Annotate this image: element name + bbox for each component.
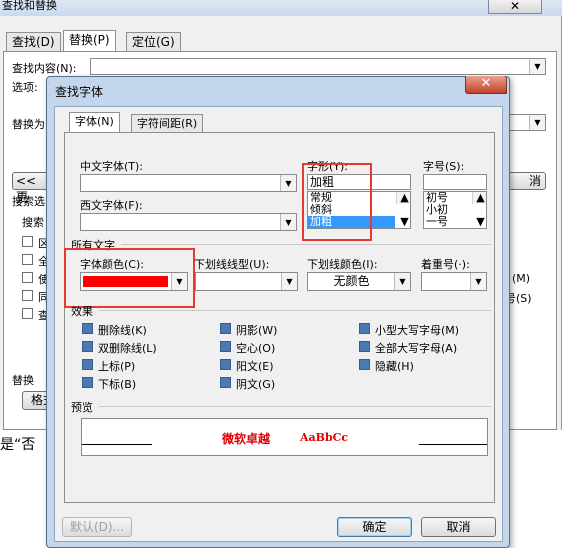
checkbox-5[interactable]	[22, 308, 33, 319]
default-button[interactable]: 默认(D)...	[62, 517, 132, 537]
highlight-box-style	[302, 163, 372, 241]
document-text: 是“否	[0, 437, 36, 453]
double-strikethrough-label: 双删除线(L)	[98, 342, 157, 355]
chevron-down-icon[interactable]: ▼	[280, 214, 296, 230]
underline-type-label: 下划线线型(U):	[194, 258, 270, 271]
size-scrollbar[interactable]: ▲ ▼	[472, 192, 486, 228]
find-replace-close-button[interactable]: ✕	[488, 0, 542, 14]
ok-button[interactable]: 确定	[337, 517, 412, 537]
tab-font[interactable]: 字体(N)	[69, 112, 120, 133]
checkbox-subscript[interactable]	[82, 377, 93, 388]
preview-box: 微软卓越 AaBbCc	[81, 418, 488, 456]
size-listbox[interactable]: 初号 小初 一号 ▲ ▼	[423, 191, 487, 229]
tab-char-spacing[interactable]: 字符间距(R)	[131, 114, 204, 133]
checkbox-strikethrough[interactable]	[82, 323, 93, 334]
strikethrough-label: 删除线(K)	[98, 324, 147, 337]
underline-type-combo[interactable]: ▼	[195, 272, 298, 291]
replace-section-label: 替换	[12, 374, 34, 387]
checkbox-hidden[interactable]	[359, 359, 370, 370]
chevron-down-icon[interactable]: ▼	[280, 175, 296, 191]
checkbox-emboss[interactable]	[220, 359, 231, 370]
effects-divider	[99, 310, 491, 311]
find-what-label: 查找内容(N):	[12, 62, 77, 75]
checkbox-4[interactable]	[22, 290, 33, 301]
close-button[interactable]: ✕	[465, 76, 507, 94]
chevron-down-icon[interactable]: ▼	[529, 115, 545, 130]
preview-label: 预览	[71, 401, 93, 414]
preview-divider	[99, 406, 491, 407]
small-caps-label: 小型大写字母(M)	[375, 324, 460, 337]
underline-color-combo[interactable]: 无颜色 ▼	[307, 272, 411, 291]
emphasis-label: 着重号(·):	[421, 258, 470, 271]
shadow-label: 阴影(W)	[236, 324, 278, 337]
chevron-down-icon[interactable]: ▼	[394, 273, 410, 290]
checkbox-3[interactable]	[22, 272, 33, 283]
size-label: 字号(S):	[423, 160, 465, 173]
outline-label: 空心(O)	[236, 342, 276, 355]
chinese-font-combo[interactable]: ▼	[80, 174, 297, 192]
checkbox-2[interactable]	[22, 254, 33, 265]
superscript-label: 上标(P)	[98, 360, 136, 373]
replace-with-label: 替换为	[12, 118, 45, 131]
chevron-down-icon[interactable]: ▼	[470, 273, 486, 290]
engrave-label: 阴文(G)	[236, 378, 276, 391]
checkbox-superscript[interactable]	[82, 359, 93, 370]
tab-replace[interactable]: 替换(P)	[63, 30, 116, 52]
preview-text-cn: 微软卓越	[222, 432, 271, 446]
search-options-label: 搜索选	[12, 195, 45, 208]
find-replace-title: 查找和替换	[0, 0, 562, 16]
options-label: 选项:	[12, 81, 38, 94]
checkbox-all-caps[interactable]	[359, 341, 370, 352]
checkbox-shadow[interactable]	[220, 323, 231, 334]
tab-goto[interactable]: 定位(G)	[126, 32, 181, 52]
cancel-button[interactable]: 取消	[421, 517, 496, 537]
effects-label: 效果	[71, 305, 93, 318]
hidden-label: 隐藏(H)	[375, 360, 414, 373]
emphasis-combo[interactable]: ▼	[421, 272, 487, 291]
all-caps-label: 全部大写字母(A)	[375, 342, 458, 355]
dialog-body: 字体(N) 字符间距(R) 中文字体(T): ▼ 西文字体(F): ▼ 字形(Y…	[54, 106, 503, 542]
preview-text-en: AaBbCc	[300, 431, 349, 444]
checkbox-engrave[interactable]	[220, 377, 231, 388]
search-label: 搜索	[22, 216, 44, 229]
cancel-button-back[interactable]: 消	[504, 172, 546, 190]
subscript-label: 下标(B)	[98, 378, 137, 391]
tab-find[interactable]: 查找(D)	[6, 32, 61, 52]
find-what-input[interactable]: ▼	[90, 58, 546, 75]
all-text-divider	[121, 244, 491, 245]
underline-color-label: 下划线颜色(I):	[307, 258, 378, 271]
find-font-title: 查找字体	[55, 85, 104, 99]
size-input[interactable]	[423, 174, 487, 190]
emboss-label: 阳文(E)	[236, 360, 274, 373]
underline-color-value: 无颜色	[333, 274, 370, 288]
western-font-combo[interactable]: ▼	[80, 213, 297, 231]
chinese-font-label: 中文字体(T):	[80, 160, 144, 173]
western-font-label: 西文字体(F):	[80, 199, 143, 212]
style-scrollbar[interactable]: ▲ ▼	[396, 192, 410, 228]
checkbox-outline[interactable]	[220, 341, 231, 352]
preview-baseline-right	[419, 444, 487, 445]
checkbox-double-strikethrough[interactable]	[82, 341, 93, 352]
chevron-down-icon[interactable]: ▼	[281, 273, 297, 290]
chevron-down-icon[interactable]: ▼	[529, 59, 545, 74]
find-font-dialog: 查找字体 ✕ 字体(N) 字符间距(R) 中文字体(T): ▼ 西文字体(F):…	[46, 76, 510, 548]
highlight-box-color	[64, 248, 195, 308]
preview-baseline-left	[82, 444, 152, 445]
right-option-1: (M)	[512, 272, 531, 285]
checkbox-small-caps[interactable]	[359, 323, 370, 334]
checkbox-1[interactable]	[22, 236, 33, 247]
